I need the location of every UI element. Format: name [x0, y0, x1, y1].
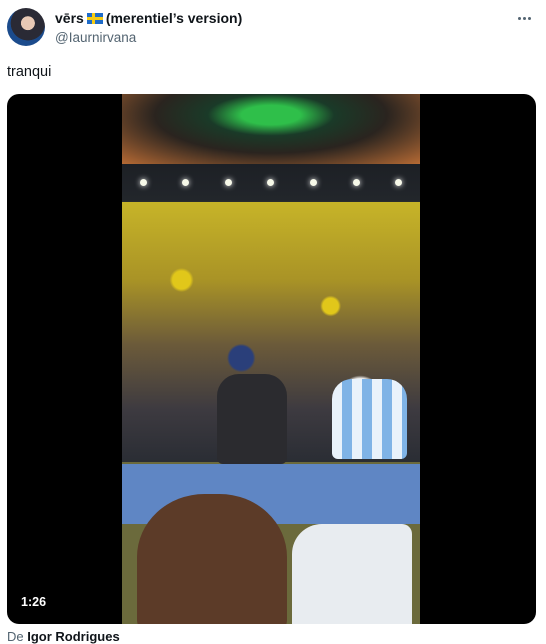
more-options-icon[interactable] [512, 8, 536, 28]
video-player[interactable]: 1:26 [7, 94, 536, 624]
sweden-flag-icon [86, 12, 103, 24]
video-duration: 1:26 [15, 593, 53, 611]
display-name-suffix[interactable]: (merentiel’s version) [106, 10, 242, 26]
stadium-lights [122, 179, 420, 189]
tweet-text: tranqui [7, 64, 52, 80]
video-frame[interactable] [122, 94, 420, 624]
display-name[interactable]: vērs [55, 10, 84, 26]
foreground-spectator [137, 494, 287, 624]
user-handle[interactable]: @Iaurnirvana [55, 30, 136, 45]
stadium-roof [122, 94, 420, 164]
avatar[interactable] [7, 8, 45, 46]
foreground-shirt [292, 524, 412, 624]
author-name-row[interactable]: vērs (merentiel’s version) [55, 10, 242, 26]
police-officer [217, 374, 287, 464]
argentina-shirt [332, 379, 407, 459]
